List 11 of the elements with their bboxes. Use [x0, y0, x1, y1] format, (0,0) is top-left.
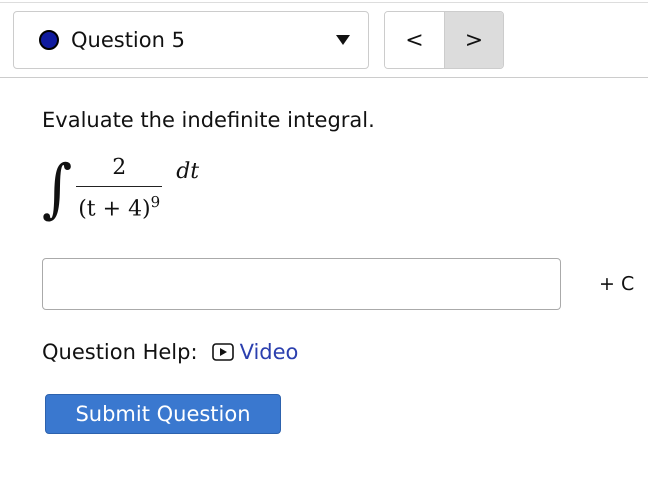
constant-suffix: + C	[599, 273, 634, 295]
help-label: Question Help:	[42, 340, 198, 364]
question-prompt: Evaluate the indefinite integral.	[42, 108, 376, 132]
question-label: Question 5	[71, 28, 186, 52]
next-button[interactable]: >	[444, 12, 503, 68]
video-link[interactable]: Video	[212, 340, 298, 364]
question-select[interactable]: Question 5	[13, 11, 369, 69]
submit-button[interactable]: Submit Question	[45, 394, 281, 434]
answer-field[interactable]	[42, 258, 561, 310]
dropdown-caret-icon	[336, 35, 350, 45]
play-icon	[212, 343, 234, 361]
